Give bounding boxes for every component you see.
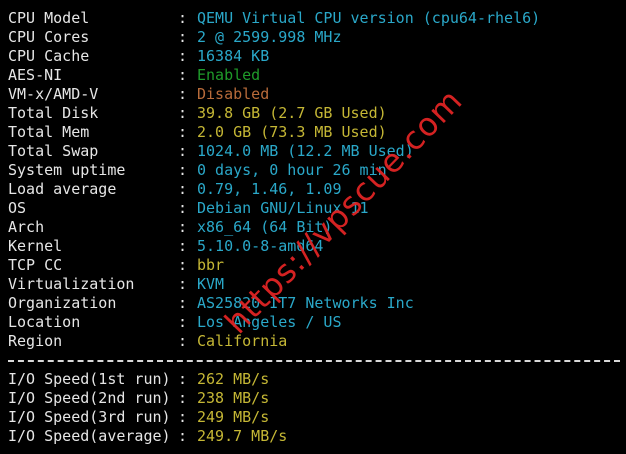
- info-key: VM-x/AMD-V: [8, 85, 99, 103]
- info-value: 5.10.0-8-amd64: [197, 237, 324, 255]
- info-separator: :: [178, 66, 188, 84]
- info-value: 249.7 MB/s: [197, 427, 288, 445]
- info-value: 262 MB/s: [197, 370, 270, 388]
- dashed-divider: [8, 360, 620, 362]
- info-value: KVM: [197, 275, 225, 293]
- info-value: 2.0 GB (73.3 MB Used): [197, 123, 387, 141]
- info-key: CPU Model: [8, 9, 90, 27]
- info-key: AES-NI: [8, 66, 63, 84]
- info-separator: :: [178, 294, 188, 312]
- info-separator: :: [178, 199, 188, 217]
- info-separator: :: [178, 370, 188, 388]
- info-key: TCP CC: [8, 256, 63, 274]
- info-key: Total Mem: [8, 123, 90, 141]
- info-separator: :: [178, 142, 188, 160]
- info-key: Arch: [8, 218, 45, 236]
- info-separator: :: [178, 275, 188, 293]
- info-value: 249 MB/s: [197, 408, 270, 426]
- info-separator: :: [178, 237, 188, 255]
- info-key: Location: [8, 313, 81, 331]
- info-key: System uptime: [8, 161, 126, 179]
- info-key: Load average: [8, 180, 117, 198]
- info-separator: :: [178, 427, 188, 445]
- info-value: 238 MB/s: [197, 389, 270, 407]
- info-value: Debian GNU/Linux 11: [197, 199, 369, 217]
- info-separator: :: [178, 123, 188, 141]
- info-value: Enabled: [197, 66, 261, 84]
- info-value: Los Angeles / US: [197, 313, 342, 331]
- info-separator: :: [178, 47, 188, 65]
- info-value: bbr: [197, 256, 225, 274]
- info-value: Disabled: [197, 85, 270, 103]
- info-key: I/O Speed(1st run): [8, 370, 171, 388]
- info-separator: :: [178, 332, 188, 350]
- info-separator: :: [178, 408, 188, 426]
- info-separator: :: [178, 28, 188, 46]
- info-separator: :: [178, 85, 188, 103]
- info-key: Kernel: [8, 237, 63, 255]
- info-value: 0 days, 0 hour 26 min: [197, 161, 387, 179]
- info-key: Region: [8, 332, 63, 350]
- info-separator: :: [178, 180, 188, 198]
- info-separator: :: [178, 256, 188, 274]
- info-value: x86_64 (64 Bit): [197, 218, 333, 236]
- info-value: California: [197, 332, 288, 350]
- info-value: 39.8 GB (2.7 GB Used): [197, 104, 387, 122]
- info-key: Organization: [8, 294, 117, 312]
- info-value: 2 @ 2599.998 MHz: [197, 28, 342, 46]
- terminal-output: CPU Model: QEMU Virtual CPU version (cpu6…: [0, 0, 626, 454]
- info-value: 16384 KB: [197, 47, 270, 65]
- info-separator: :: [178, 9, 188, 27]
- info-key: Virtualization: [8, 275, 135, 293]
- info-value: QEMU Virtual CPU version (cpu64-rhel6): [197, 9, 541, 27]
- info-key: I/O Speed(2nd run): [8, 389, 171, 407]
- info-key: CPU Cores: [8, 28, 90, 46]
- info-separator: :: [178, 389, 188, 407]
- info-key: Total Swap: [8, 142, 99, 160]
- info-key: CPU Cache: [8, 47, 90, 65]
- info-key: OS: [8, 199, 27, 217]
- info-value: AS25820 IT7 Networks Inc: [197, 294, 414, 312]
- info-value: 1024.0 MB (12.2 MB Used): [197, 142, 414, 160]
- info-separator: :: [178, 161, 188, 179]
- info-value: 0.79, 1.46, 1.09: [197, 180, 342, 198]
- info-separator: :: [178, 104, 188, 122]
- info-key: I/O Speed(3rd run): [8, 408, 171, 426]
- info-separator: :: [178, 313, 188, 331]
- info-key: I/O Speed(average): [8, 427, 171, 445]
- info-key: Total Disk: [8, 104, 99, 122]
- info-separator: :: [178, 218, 188, 236]
